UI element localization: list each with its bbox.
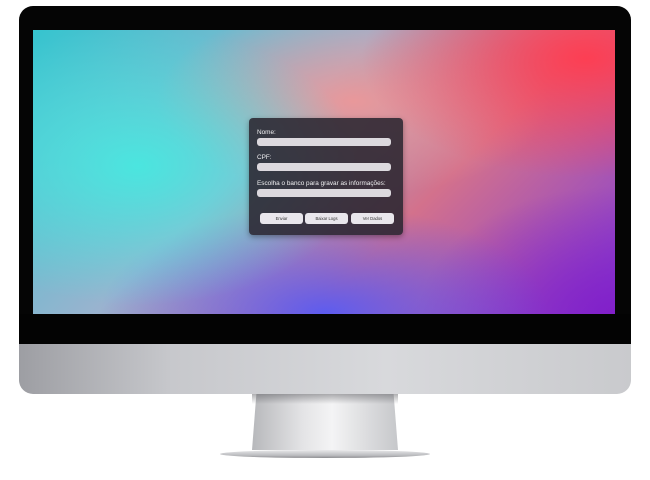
monitor-stand-foot (220, 450, 430, 458)
stand-shadow (252, 394, 398, 404)
banco-input[interactable] (257, 189, 391, 197)
bezel-bottom (19, 314, 631, 344)
nome-input[interactable] (257, 138, 391, 146)
form-dialog: Nome: CPF: Escolha o banco para gravar a… (249, 118, 403, 235)
enviar-button[interactable]: Enviar (260, 213, 303, 224)
cpf-input[interactable] (257, 163, 391, 171)
ver-dados-button[interactable]: Ver Dados (351, 213, 394, 224)
cpf-label: CPF: (257, 154, 272, 161)
nome-label: Nome: (257, 129, 276, 136)
banco-label: Escolha o banco para gravar as informaçõ… (257, 180, 386, 187)
baixar-log-button[interactable]: Baixar Logs (305, 213, 348, 224)
monitor-chin (19, 344, 631, 394)
monitor-bezel: Nome: CPF: Escolha o banco para gravar a… (19, 6, 631, 344)
screen-wallpaper: Nome: CPF: Escolha o banco para gravar a… (33, 30, 615, 314)
